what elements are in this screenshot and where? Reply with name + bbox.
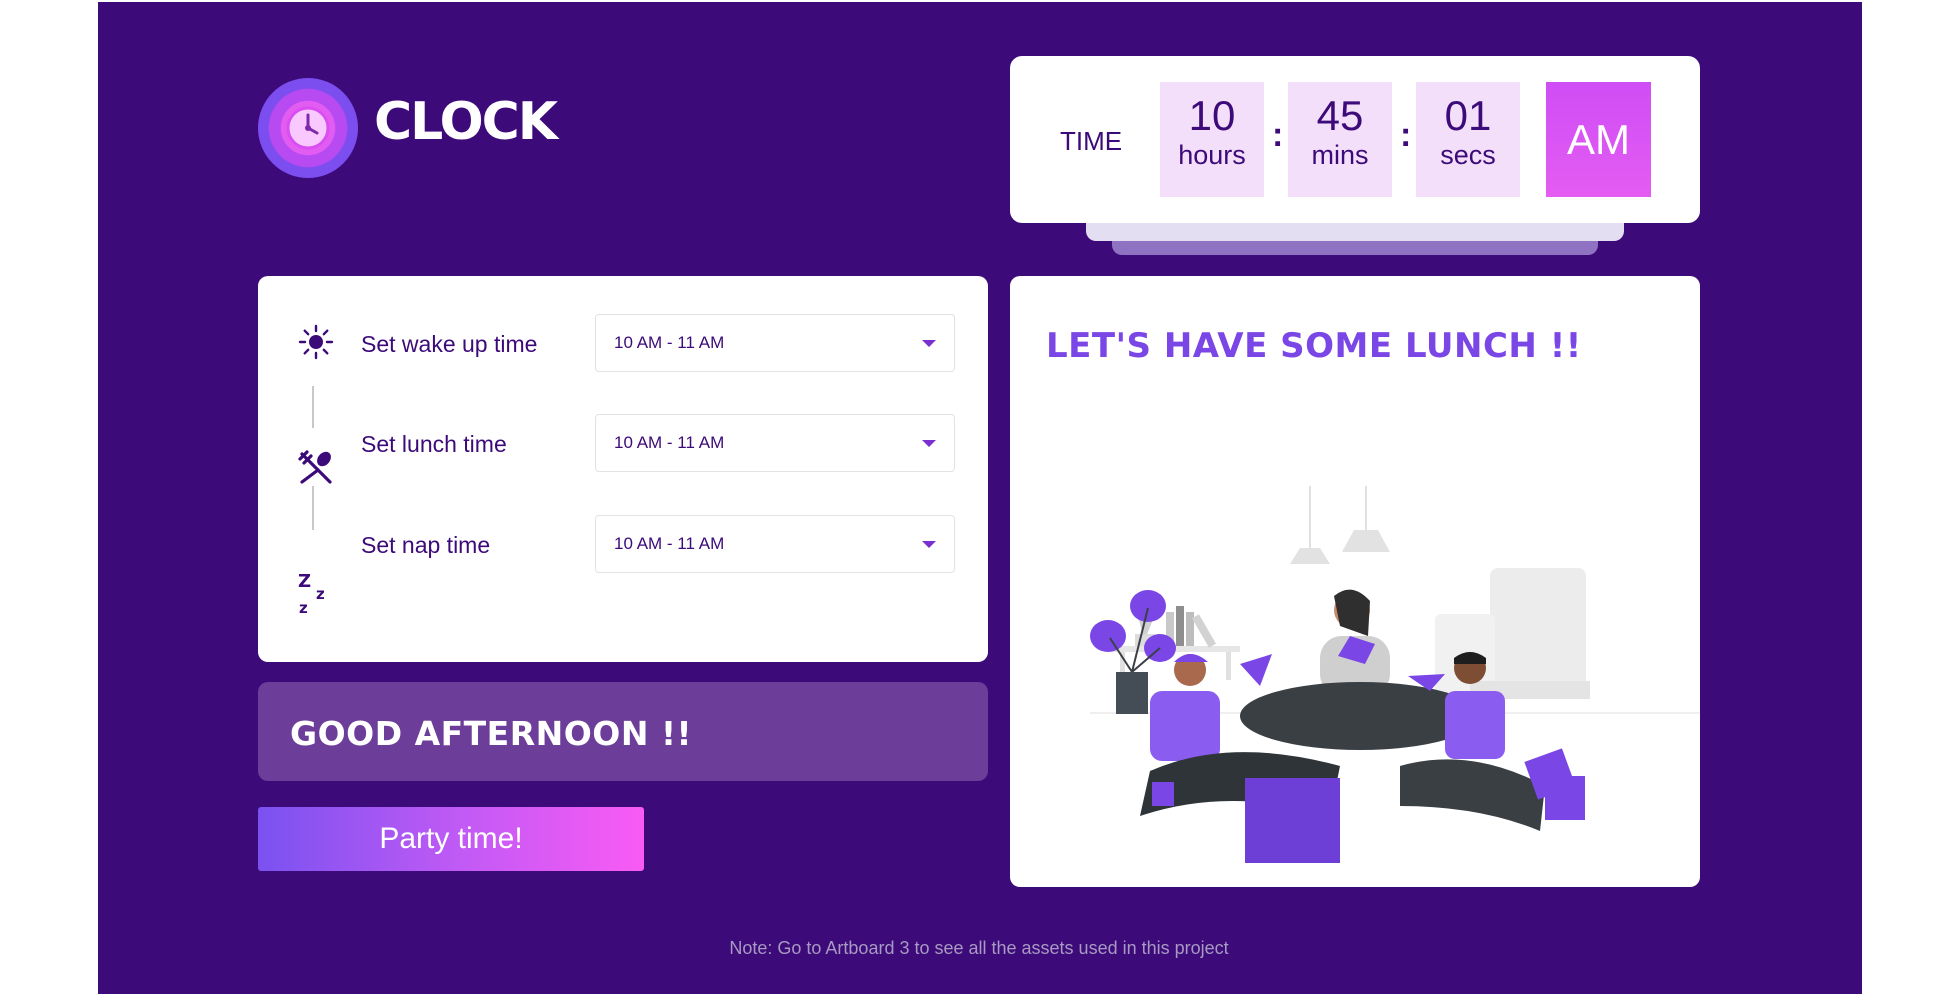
connector-line (312, 486, 314, 530)
minutes-value: 45 (1316, 92, 1364, 139)
wake-up-label: Set wake up time (361, 331, 538, 357)
nap-time-label: Set nap time (361, 532, 491, 558)
hours-unit: hours (1178, 140, 1246, 170)
nap-time-select[interactable]: 10 AM - 11 AM (595, 515, 955, 573)
minutes-unit: mins (1311, 140, 1369, 170)
lunch-card: LET'S HAVE SOME LUNCH !! (1010, 276, 1700, 887)
seconds-value: 01 (1444, 92, 1492, 139)
separator: : (1400, 116, 1412, 154)
time-card: TIME 10 hours : 45 mins : 01 secs AM (1010, 56, 1700, 223)
svg-text:z: z (316, 585, 325, 603)
time-label: TIME (1060, 126, 1123, 156)
zzz-icon: Z z z (296, 571, 336, 615)
connector-line (312, 386, 314, 428)
wake-up-time-select[interactable]: 10 AM - 11 AM (595, 314, 955, 372)
svg-text:z: z (299, 599, 308, 615)
clock-logo (258, 78, 358, 178)
hours-box: 10 hours (1160, 82, 1264, 197)
greeting-text: GOOD AFTERNOON !! (290, 714, 693, 753)
lunch-time-value: 10 AM - 11 AM (614, 433, 725, 452)
am-pm-toggle[interactable]: AM (1546, 82, 1651, 197)
app-title: CLOCK (374, 92, 558, 152)
minutes-box: 45 mins (1288, 82, 1392, 197)
chevron-down-icon (922, 340, 936, 347)
separator: : (1272, 116, 1284, 154)
chevron-down-icon (922, 440, 936, 447)
schedule-settings-card: Set wake up time 10 AM - 11 AM Set lunch… (258, 276, 988, 662)
sun-icon (296, 322, 336, 362)
lunch-time-label: Set lunch time (361, 431, 507, 457)
chevron-down-icon (922, 541, 936, 548)
seconds-box: 01 secs (1416, 82, 1520, 197)
seconds-unit: secs (1440, 140, 1496, 170)
lunch-time-select[interactable]: 10 AM - 11 AM (595, 414, 955, 472)
nap-time-value: 10 AM - 11 AM (614, 534, 725, 553)
footer-note: Note: Go to Artboard 3 to see all the as… (729, 938, 1229, 958)
party-time-button[interactable]: Party time! (258, 807, 644, 871)
clock-icon (286, 106, 330, 150)
lunch-title: LET'S HAVE SOME LUNCH !! (1046, 326, 1582, 366)
greeting-banner: GOOD AFTERNOON !! (258, 682, 988, 781)
fork-spoon-icon (296, 448, 336, 488)
svg-text:Z: Z (298, 571, 311, 592)
friends-eating-pizza-illustration (1090, 486, 1700, 863)
wake-up-time-value: 10 AM - 11 AM (614, 333, 725, 352)
hours-value: 10 (1188, 92, 1236, 139)
